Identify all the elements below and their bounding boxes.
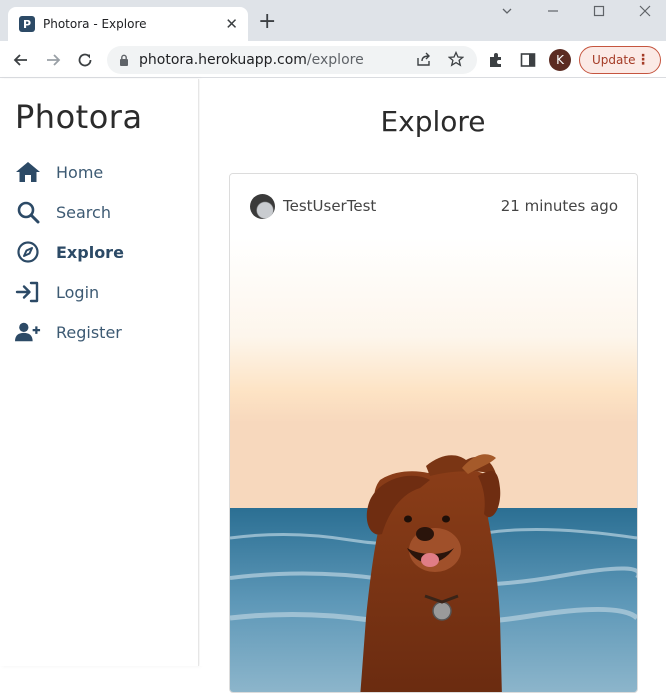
user-plus-icon [15, 319, 41, 345]
more-menu-icon[interactable]: ⋮ [636, 53, 650, 67]
sidebar-item-label: Explore [56, 242, 124, 262]
forward-button[interactable] [41, 48, 65, 72]
bookmark-star-icon[interactable] [447, 50, 465, 67]
share-icon[interactable] [416, 51, 432, 67]
main-content: Explore TestUserTest 21 minutes ago [200, 79, 666, 693]
compass-icon [15, 239, 41, 265]
post-header: TestUserTest 21 minutes ago [230, 174, 637, 238]
sidebar-item-explore[interactable]: Explore [15, 238, 124, 266]
home-icon [15, 159, 41, 185]
dog-at-beach-photo[interactable] [230, 238, 637, 693]
sidebar-item-home[interactable]: Home [15, 158, 103, 186]
sidebar-item-label: Home [56, 162, 104, 182]
lock-icon[interactable] [119, 51, 129, 70]
post-card: TestUserTest 21 minutes ago [229, 173, 638, 693]
avatar[interactable] [250, 194, 275, 219]
sidebar-item-label: Register [56, 322, 122, 342]
tab-title: Photora - Explore [43, 17, 147, 31]
browser-tabstrip: P Photora - Explore ✕ + [0, 0, 666, 41]
sidebar: Photora Home Search Explore Login Regist… [0, 79, 199, 666]
sidebar-item-label: Login [56, 282, 100, 302]
browser-toolbar: photora.herokuapp.com/explore K Update ⋮ [0, 41, 666, 78]
favicon-icon: P [19, 16, 35, 32]
minimize-button[interactable] [540, 4, 566, 22]
post-username[interactable]: TestUserTest [283, 197, 376, 215]
maximize-button[interactable] [586, 4, 612, 22]
update-label: Update [592, 53, 636, 67]
close-window-button[interactable] [632, 4, 658, 22]
tab-search-icon[interactable] [494, 4, 520, 22]
page-title: Explore [380, 105, 486, 138]
login-icon [15, 279, 41, 305]
url-text: photora.herokuapp.com/explore [139, 52, 364, 68]
post-timestamp: 21 minutes ago [500, 197, 618, 215]
extensions-icon[interactable] [487, 51, 505, 69]
sidebar-item-login[interactable]: Login [15, 278, 99, 306]
side-panel-icon[interactable] [519, 51, 537, 69]
sidebar-item-label: Search [56, 202, 111, 222]
back-button[interactable] [9, 48, 33, 72]
brand-logo[interactable]: Photora [15, 98, 143, 136]
sidebar-item-register[interactable]: Register [15, 318, 122, 346]
search-icon [15, 199, 41, 225]
browser-tab[interactable]: P Photora - Explore ✕ [8, 7, 248, 41]
tab-close-icon[interactable]: ✕ [225, 16, 238, 32]
reload-button[interactable] [73, 48, 97, 72]
update-button[interactable]: Update ⋮ [579, 46, 661, 74]
sidebar-item-search[interactable]: Search [15, 198, 111, 226]
new-tab-button[interactable]: + [258, 11, 276, 33]
profile-avatar[interactable]: K [549, 49, 571, 71]
